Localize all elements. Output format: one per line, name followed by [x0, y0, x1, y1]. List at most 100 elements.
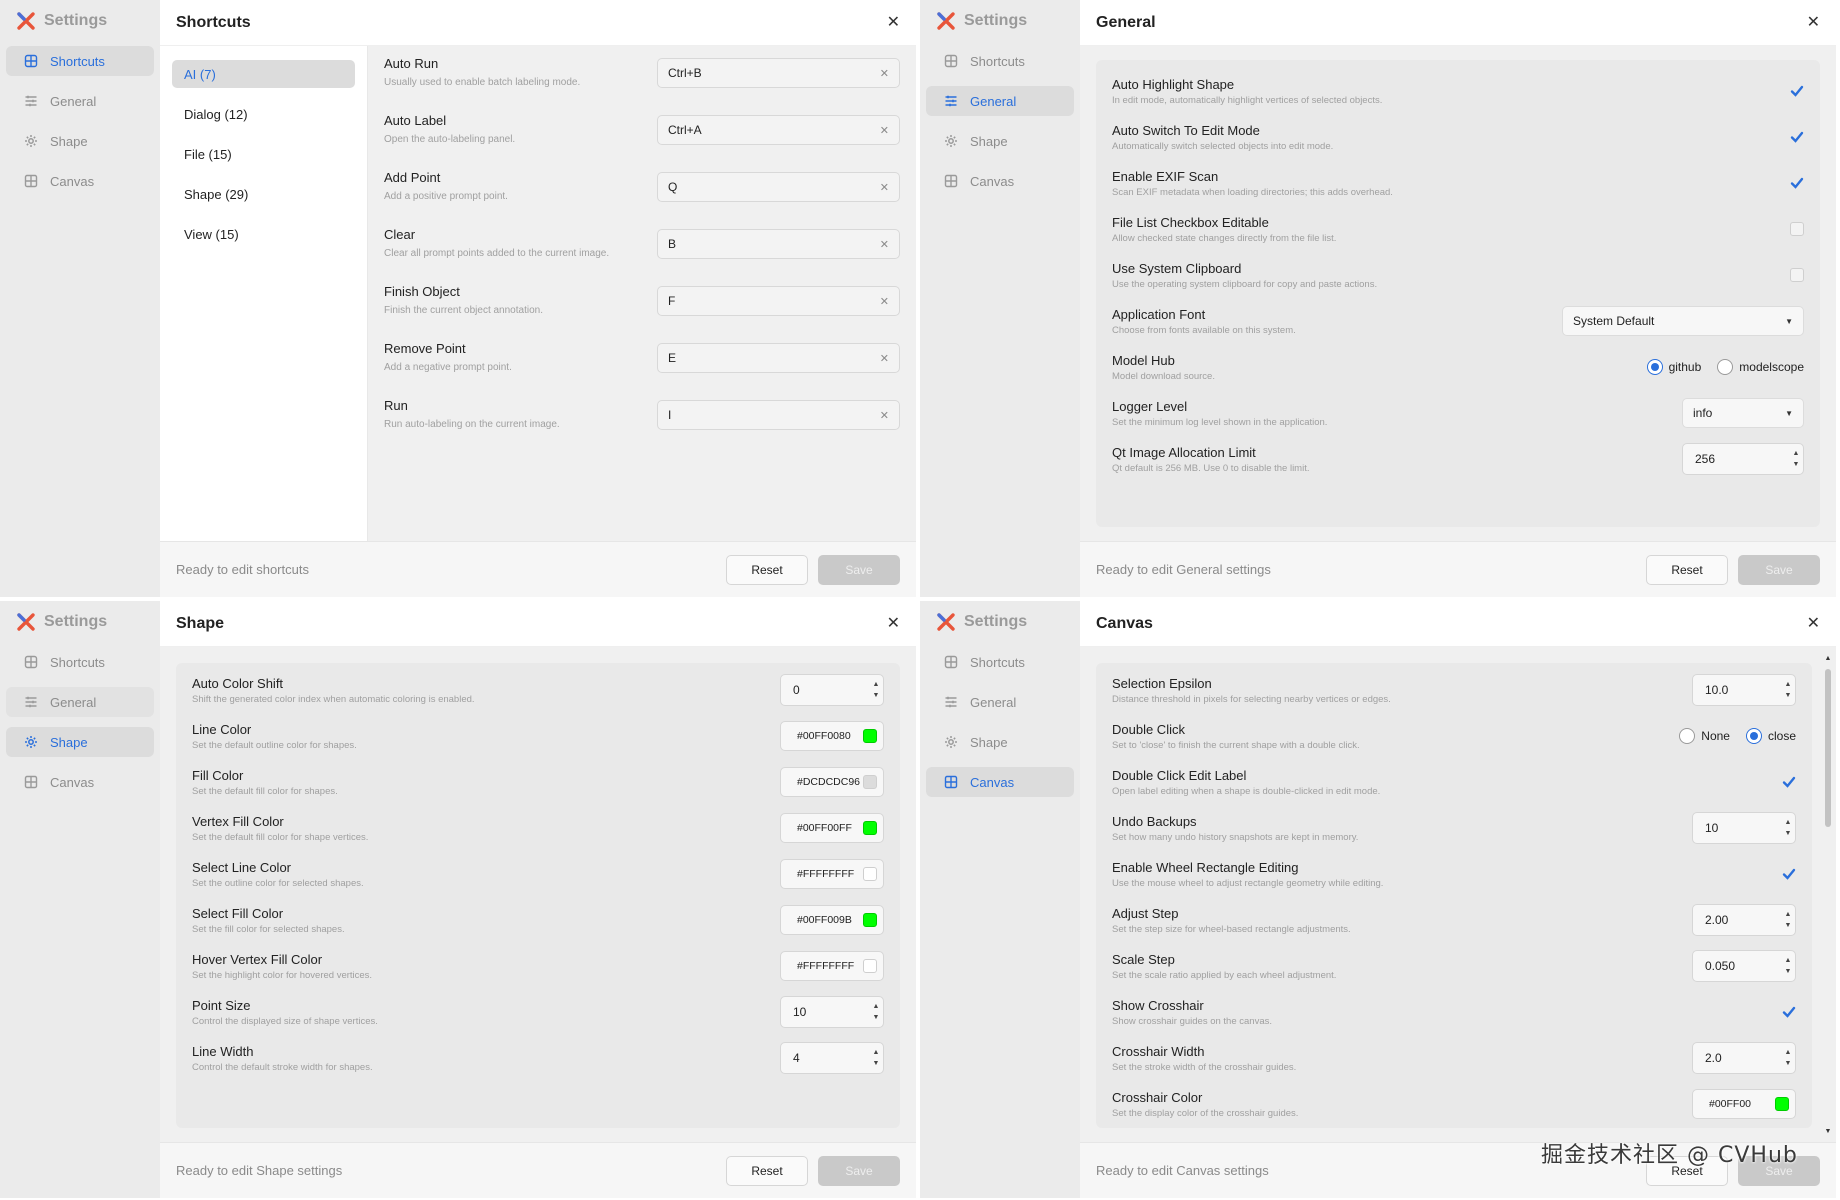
- clear-icon[interactable]: ✕: [880, 295, 889, 308]
- nav-item-shape[interactable]: Shape: [926, 727, 1074, 757]
- vertical-scrollbar[interactable]: ▲ ▼: [1824, 655, 1832, 1138]
- spin-up-icon[interactable]: ▲: [873, 1001, 880, 1012]
- nav-item-shape[interactable]: Shape: [6, 126, 154, 156]
- crosshair-width-spinbox[interactable]: 2.0 ▲ ▼: [1692, 1042, 1796, 1074]
- checkbox-unchecked[interactable]: [1790, 222, 1804, 236]
- save-button[interactable]: Save: [818, 554, 900, 585]
- nav-item-canvas[interactable]: Canvas: [926, 166, 1074, 196]
- close-icon[interactable]: ✕: [887, 615, 900, 632]
- checkbox-checked[interactable]: [1790, 84, 1804, 98]
- color-swatch[interactable]: [863, 821, 877, 835]
- color-swatch[interactable]: [863, 913, 877, 927]
- category-view[interactable]: View (15): [172, 220, 355, 248]
- color-swatch[interactable]: [863, 775, 877, 789]
- spin-up-icon[interactable]: ▲: [1793, 448, 1800, 459]
- radio-modelscope[interactable]: modelscope: [1717, 359, 1804, 375]
- shortcut-key-input[interactable]: B ✕: [657, 229, 900, 259]
- reset-button[interactable]: Reset: [726, 1155, 808, 1186]
- nav-item-general[interactable]: General: [926, 86, 1074, 116]
- selection-epsilon-spinbox[interactable]: 10.0 ▲ ▼: [1692, 674, 1796, 706]
- color-shift-spinbox[interactable]: 0 ▲ ▼: [780, 674, 884, 706]
- clear-icon[interactable]: ✕: [880, 67, 889, 80]
- close-icon[interactable]: ✕: [1807, 14, 1820, 31]
- checkbox-checked[interactable]: [1790, 176, 1804, 190]
- vertex-fill-color-picker[interactable]: #00FF00FF: [780, 813, 884, 843]
- spin-up-icon[interactable]: ▲: [1785, 817, 1792, 828]
- fill-color-picker[interactable]: #DCDCDC96: [780, 767, 884, 797]
- shortcut-key-input[interactable]: I ✕: [657, 400, 900, 430]
- nav-item-general[interactable]: General: [926, 687, 1074, 717]
- logger-level-select[interactable]: info ▼: [1682, 398, 1804, 428]
- checkbox-unchecked[interactable]: [1790, 268, 1804, 282]
- spin-down-icon[interactable]: ▼: [873, 690, 880, 701]
- checkbox-checked[interactable]: [1782, 867, 1796, 881]
- shortcut-key-input[interactable]: Ctrl+A ✕: [657, 115, 900, 145]
- checkbox-checked[interactable]: [1782, 775, 1796, 789]
- scroll-down-icon[interactable]: ▼: [1824, 1128, 1832, 1138]
- spin-down-icon[interactable]: ▼: [873, 1012, 880, 1023]
- spin-up-icon[interactable]: ▲: [1785, 955, 1792, 966]
- shortcut-key-input[interactable]: F ✕: [657, 286, 900, 316]
- clear-icon[interactable]: ✕: [880, 238, 889, 251]
- spin-down-icon[interactable]: ▼: [1793, 459, 1800, 470]
- nav-item-general[interactable]: General: [6, 86, 154, 116]
- spin-down-icon[interactable]: ▼: [1785, 1058, 1792, 1069]
- close-icon[interactable]: ✕: [887, 14, 900, 31]
- select-line-color-picker[interactable]: #FFFFFFFF: [780, 859, 884, 889]
- adjust-step-spinbox[interactable]: 2.00 ▲ ▼: [1692, 904, 1796, 936]
- image-limit-spinbox[interactable]: 256 ▲ ▼: [1682, 443, 1804, 475]
- category-file[interactable]: File (15): [172, 140, 355, 168]
- color-swatch[interactable]: [1775, 1097, 1789, 1111]
- save-button[interactable]: Save: [1738, 554, 1820, 585]
- line-width-spinbox[interactable]: 4 ▲ ▼: [780, 1042, 884, 1074]
- nav-item-general[interactable]: General: [6, 687, 154, 717]
- radio-close[interactable]: close: [1745, 728, 1796, 744]
- font-select[interactable]: System Default ▼: [1562, 306, 1804, 336]
- nav-item-canvas[interactable]: Canvas: [6, 166, 154, 196]
- color-swatch[interactable]: [863, 959, 877, 973]
- crosshair-color-picker[interactable]: #00FF00: [1692, 1089, 1796, 1119]
- checkbox-checked[interactable]: [1790, 130, 1804, 144]
- point-size-spinbox[interactable]: 10 ▲ ▼: [780, 996, 884, 1028]
- spin-up-icon[interactable]: ▲: [873, 679, 880, 690]
- scale-step-spinbox[interactable]: 0.050 ▲ ▼: [1692, 950, 1796, 982]
- clear-icon[interactable]: ✕: [880, 409, 889, 422]
- spin-up-icon[interactable]: ▲: [1785, 679, 1792, 690]
- category-shape[interactable]: Shape (29): [172, 180, 355, 208]
- hover-vertex-color-picker[interactable]: #FFFFFFFF: [780, 951, 884, 981]
- nav-item-shortcuts[interactable]: Shortcuts: [6, 647, 154, 677]
- nav-item-shape[interactable]: Shape: [6, 727, 154, 757]
- spin-down-icon[interactable]: ▼: [1785, 690, 1792, 701]
- nav-item-shortcuts[interactable]: Shortcuts: [6, 46, 154, 76]
- reset-button[interactable]: Reset: [726, 554, 808, 585]
- nav-item-shape[interactable]: Shape: [926, 126, 1074, 156]
- scroll-up-icon[interactable]: ▲: [1824, 655, 1832, 665]
- nav-item-shortcuts[interactable]: Shortcuts: [926, 647, 1074, 677]
- clear-icon[interactable]: ✕: [880, 124, 889, 137]
- spin-down-icon[interactable]: ▼: [1785, 920, 1792, 931]
- checkbox-checked[interactable]: [1782, 1005, 1796, 1019]
- spin-up-icon[interactable]: ▲: [1785, 1047, 1792, 1058]
- save-button[interactable]: Save: [818, 1155, 900, 1186]
- radio-github[interactable]: github: [1646, 359, 1701, 375]
- color-swatch[interactable]: [863, 729, 877, 743]
- spin-down-icon[interactable]: ▼: [1785, 828, 1792, 839]
- line-color-picker[interactable]: #00FF0080: [780, 721, 884, 751]
- shortcut-key-input[interactable]: E ✕: [657, 343, 900, 373]
- spin-down-icon[interactable]: ▼: [1785, 966, 1792, 977]
- scrollbar-thumb[interactable]: [1825, 669, 1831, 827]
- nav-item-shortcuts[interactable]: Shortcuts: [926, 46, 1074, 76]
- undo-backups-spinbox[interactable]: 10 ▲ ▼: [1692, 812, 1796, 844]
- shortcut-key-input[interactable]: Ctrl+B ✕: [657, 58, 900, 88]
- radio-none[interactable]: None: [1679, 728, 1730, 744]
- category-dialog[interactable]: Dialog (12): [172, 100, 355, 128]
- spin-down-icon[interactable]: ▼: [873, 1058, 880, 1069]
- reset-button[interactable]: Reset: [1646, 1155, 1728, 1186]
- clear-icon[interactable]: ✕: [880, 352, 889, 365]
- reset-button[interactable]: Reset: [1646, 554, 1728, 585]
- nav-item-canvas[interactable]: Canvas: [6, 767, 154, 797]
- spin-up-icon[interactable]: ▲: [873, 1047, 880, 1058]
- spin-up-icon[interactable]: ▲: [1785, 909, 1792, 920]
- nav-item-canvas[interactable]: Canvas: [926, 767, 1074, 797]
- category-ai[interactable]: AI (7): [172, 60, 355, 88]
